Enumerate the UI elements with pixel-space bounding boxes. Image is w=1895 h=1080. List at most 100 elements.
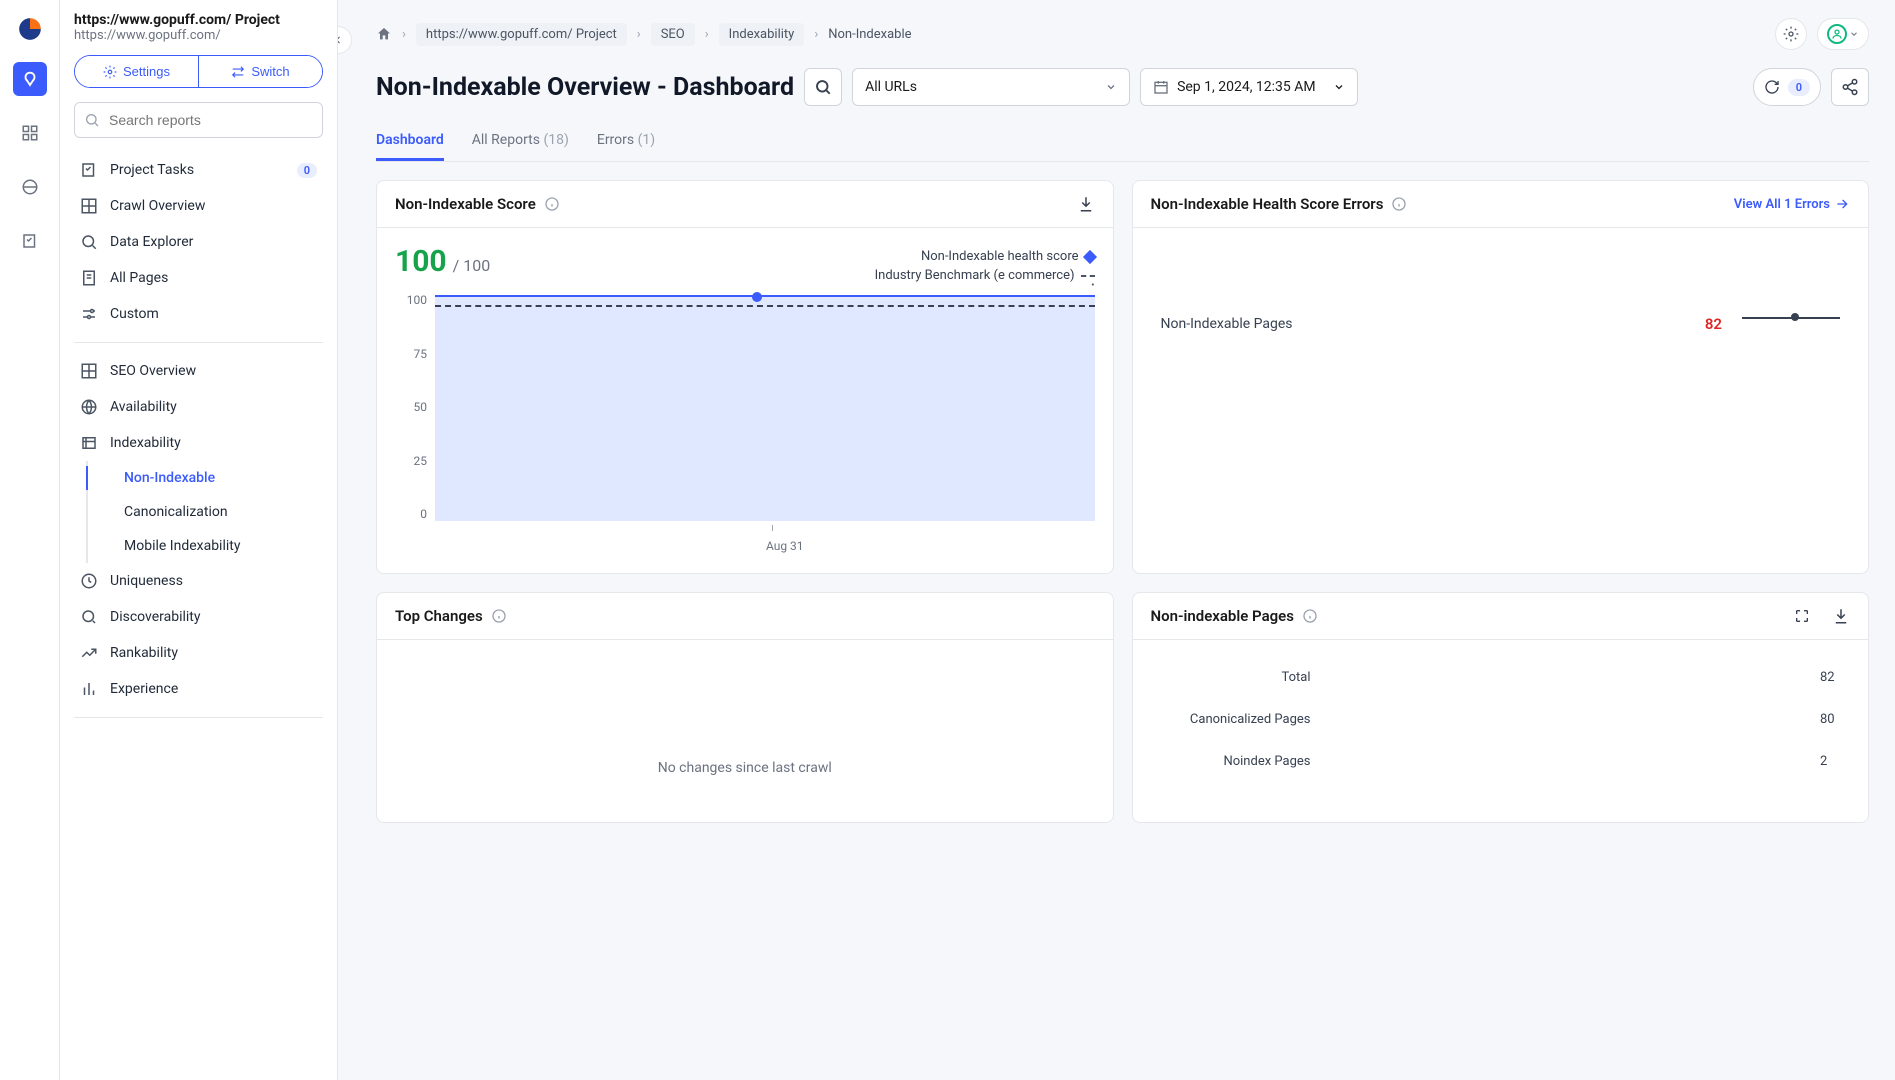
info-icon[interactable] xyxy=(1391,196,1407,212)
nav-seo-overview[interactable]: SEO Overview xyxy=(74,353,323,389)
legend-marker-icon xyxy=(1082,249,1096,263)
date-select[interactable]: Sep 1, 2024, 12:35 AM xyxy=(1140,68,1358,106)
nav-experience[interactable]: Experience xyxy=(74,671,323,707)
link-label: View All 1 Errors xyxy=(1734,197,1830,212)
chevron-right-icon: › xyxy=(814,27,818,42)
breadcrumb: › https://www.gopuff.com/ Project › SEO … xyxy=(376,18,1869,50)
settings-button[interactable]: Settings xyxy=(75,56,199,87)
hbar-value: 82 xyxy=(1820,670,1850,685)
nav-project-tasks[interactable]: Project Tasks 0 xyxy=(74,152,323,188)
sliders-icon xyxy=(80,305,98,323)
nav-availability[interactable]: Availability xyxy=(74,389,323,425)
chart-legend: Non-Indexable health score Industry Benc… xyxy=(395,249,1095,283)
bc-current: Non-Indexable xyxy=(828,27,911,42)
chevron-right-icon: › xyxy=(637,27,641,42)
nav-label: All Pages xyxy=(110,270,168,286)
tab-label: Errors xyxy=(597,132,634,148)
tab-all-reports[interactable]: All Reports (18) xyxy=(472,122,569,161)
user-icon xyxy=(1827,24,1847,44)
rail-item-apps[interactable] xyxy=(13,116,47,150)
nav-crawl-overview[interactable]: Crawl Overview xyxy=(74,188,323,224)
hbar-noindex[interactable]: Noindex Pages 2 xyxy=(1151,750,1851,772)
nav-uniqueness[interactable]: Uniqueness xyxy=(74,563,323,599)
nav-label: Discoverability xyxy=(110,609,201,625)
nav-label: Canonicalization xyxy=(124,504,228,520)
rail-item-tasks[interactable] xyxy=(13,224,47,258)
switch-button[interactable]: Switch xyxy=(199,56,322,87)
bc-seo[interactable]: SEO xyxy=(651,23,695,46)
error-row[interactable]: Non-Indexable Pages 82 xyxy=(1151,244,1851,404)
account-button[interactable] xyxy=(1817,18,1869,50)
nav-non-indexable[interactable]: Non-Indexable xyxy=(112,461,323,495)
project-url: https://www.gopuff.com/ xyxy=(74,28,323,43)
nav-label: SEO Overview xyxy=(110,363,196,379)
empty-state: No changes since last crawl xyxy=(377,640,1113,806)
nav-canonicalization[interactable]: Canonicalization xyxy=(112,495,323,529)
nav-discoverability[interactable]: Discoverability xyxy=(74,599,323,635)
grid-icon xyxy=(80,362,98,380)
tab-count: (18) xyxy=(543,132,568,148)
hbar-canonicalized[interactable]: Canonicalized Pages 80 xyxy=(1151,708,1851,730)
search-input[interactable] xyxy=(74,102,323,138)
error-label: Non-Indexable Pages xyxy=(1161,316,1705,332)
info-icon[interactable] xyxy=(491,608,507,624)
index-icon xyxy=(80,434,98,452)
card-title: Top Changes xyxy=(395,607,483,625)
chevron-right-icon: › xyxy=(402,27,406,42)
rail-item-globe[interactable] xyxy=(13,170,47,204)
hbar-label: Total xyxy=(1151,670,1311,685)
search-button[interactable] xyxy=(804,68,842,106)
y-axis: 100 75 50 25 0 xyxy=(395,293,435,521)
search-box xyxy=(74,102,323,138)
search-icon xyxy=(814,78,832,96)
info-icon[interactable] xyxy=(544,196,560,212)
bars-icon xyxy=(80,680,98,698)
legend-dash-icon xyxy=(1081,275,1095,277)
sync-button[interactable]: 0 xyxy=(1753,68,1821,106)
chevron-down-icon xyxy=(1105,81,1117,93)
rail-item-projects[interactable] xyxy=(13,62,47,96)
hbar-total[interactable]: Total 82 xyxy=(1151,666,1851,688)
ytick: 25 xyxy=(395,454,427,468)
nav-mobile-indexability[interactable]: Mobile Indexability xyxy=(112,529,323,563)
nav-label: Availability xyxy=(110,399,177,415)
nav-custom[interactable]: Custom xyxy=(74,296,323,332)
plot-area: Aug 31 xyxy=(435,293,1095,553)
discover-icon xyxy=(80,608,98,626)
tab-errors[interactable]: Errors (1) xyxy=(597,122,655,161)
expand-button[interactable] xyxy=(1794,608,1810,624)
nav-label: Non-Indexable xyxy=(124,470,215,486)
info-icon[interactable] xyxy=(1302,608,1318,624)
nav-divider xyxy=(74,342,323,343)
legend-label: Industry Benchmark (e commerce) xyxy=(875,268,1075,283)
chevron-right-icon: › xyxy=(705,27,709,42)
home-icon[interactable] xyxy=(376,26,392,42)
globe-icon xyxy=(80,398,98,416)
unique-icon xyxy=(80,572,98,590)
nav-label: Custom xyxy=(110,306,159,322)
nav-divider xyxy=(74,717,323,718)
nav-rankability[interactable]: Rankability xyxy=(74,635,323,671)
nav-indexability[interactable]: Indexability xyxy=(74,425,323,461)
nav-label: Data Explorer xyxy=(110,234,193,250)
project-header: https://www.gopuff.com/ Project https://… xyxy=(74,12,323,43)
nav-data-explorer[interactable]: Data Explorer xyxy=(74,224,323,260)
tab-dashboard[interactable]: Dashboard xyxy=(376,122,444,161)
score-max: / 100 xyxy=(453,256,491,275)
bc-project[interactable]: https://www.gopuff.com/ Project xyxy=(416,23,627,46)
nav-label: Experience xyxy=(110,681,178,697)
download-button[interactable] xyxy=(1077,195,1095,213)
icon-rail xyxy=(0,0,60,1080)
settings-gear-button[interactable] xyxy=(1775,18,1807,50)
pages-icon xyxy=(80,269,98,287)
download-button[interactable] xyxy=(1832,607,1850,625)
url-filter-select[interactable]: All URLs xyxy=(852,68,1130,106)
top-changes-card: Top Changes No changes since last crawl xyxy=(376,592,1114,823)
view-all-errors-link[interactable]: View All 1 Errors xyxy=(1734,196,1850,212)
tasks-icon xyxy=(80,161,98,179)
share-button[interactable] xyxy=(1831,68,1869,106)
bc-indexability[interactable]: Indexability xyxy=(719,23,805,46)
nav-all-pages[interactable]: All Pages xyxy=(74,260,323,296)
main: › https://www.gopuff.com/ Project › SEO … xyxy=(338,0,1895,1080)
switch-icon xyxy=(231,65,245,79)
